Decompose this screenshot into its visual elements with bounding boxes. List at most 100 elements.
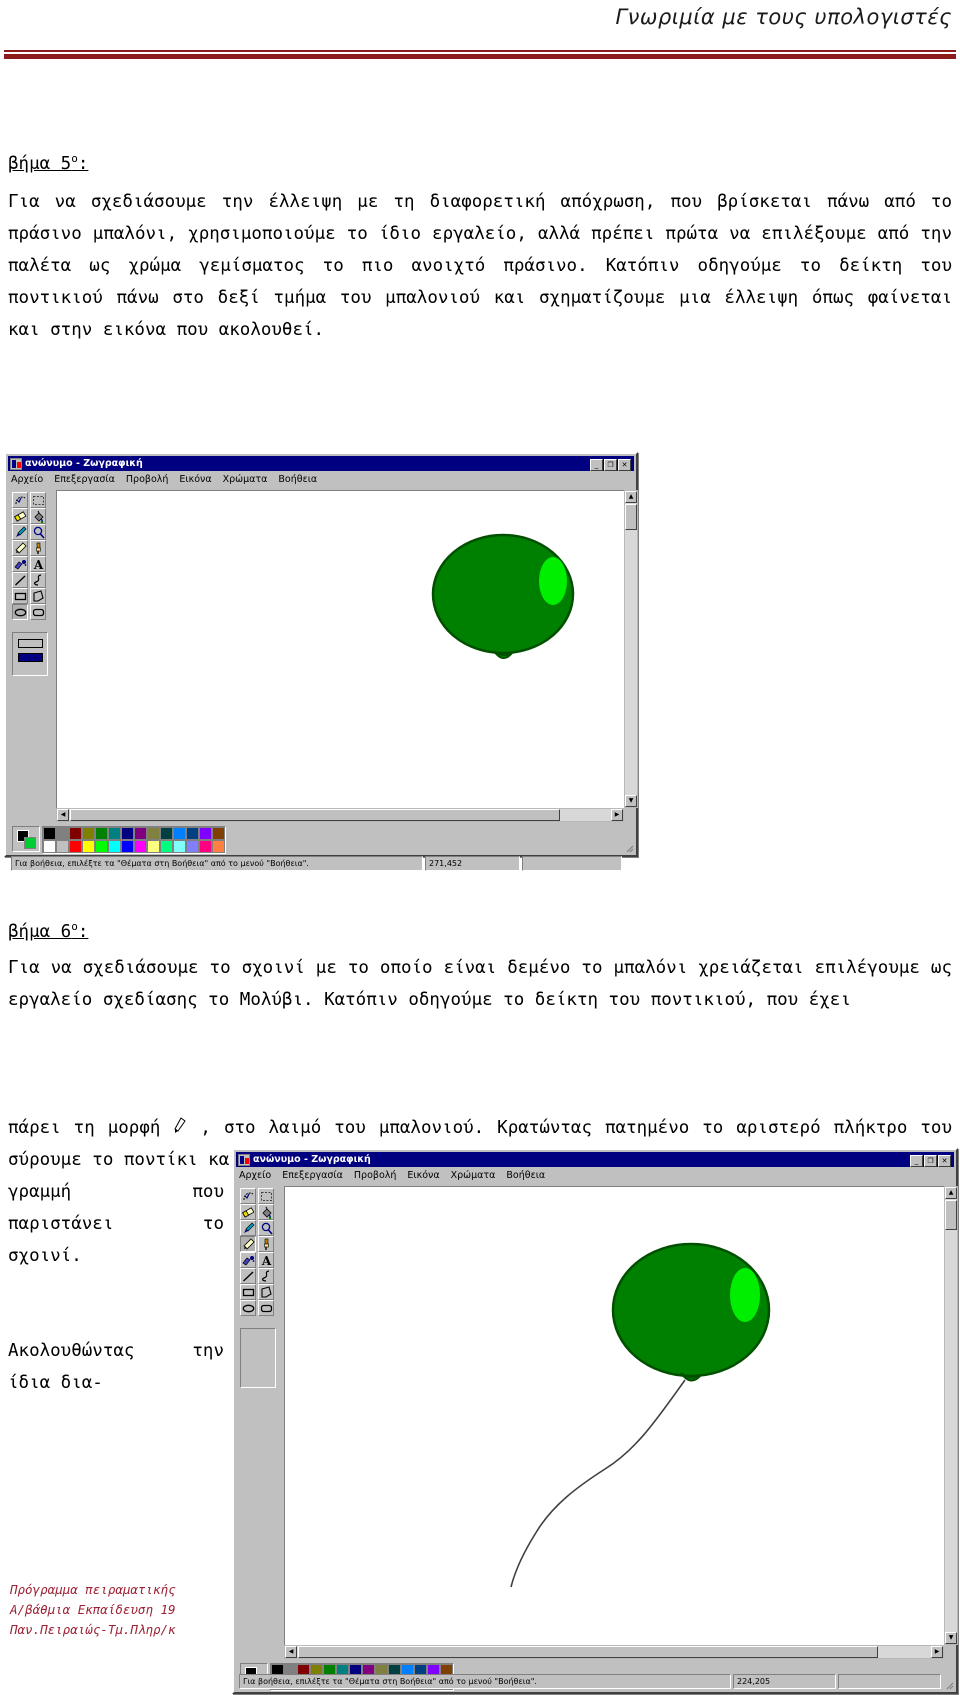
titlebar[interactable]: ανώνυμο - Ζωγραφική _ ❐ ✕ [236, 1152, 954, 1167]
menu-image[interactable]: Εικόνα [179, 474, 211, 485]
palette-swatch[interactable] [43, 827, 56, 840]
menu-view[interactable]: Προβολή [354, 1170, 397, 1181]
magnifier-tool[interactable] [258, 1220, 274, 1236]
menu-view[interactable]: Προβολή [126, 474, 169, 485]
palette-swatch[interactable] [108, 840, 121, 853]
horizontal-scrollbar[interactable]: ◀ ▶ [284, 1645, 944, 1659]
menu-help[interactable]: Βοήθεια [506, 1170, 545, 1181]
scroll-up-button[interactable]: ▲ [625, 491, 637, 503]
palette-swatch[interactable] [82, 840, 95, 853]
resize-grip[interactable] [625, 844, 634, 853]
palette-swatch[interactable] [121, 840, 134, 853]
curve-tool[interactable] [258, 1268, 274, 1284]
scroll-up-button[interactable]: ▲ [945, 1187, 957, 1199]
horizontal-scroll-thumb[interactable] [70, 809, 560, 821]
menu-image[interactable]: Εικόνα [407, 1170, 439, 1181]
menubar[interactable]: Αρχείο Επεξεργασία Προβολή Εικόνα Χρώματ… [237, 1168, 953, 1183]
menu-edit[interactable]: Επεξεργασία [54, 474, 115, 485]
vertical-scroll-thumb[interactable] [945, 1200, 957, 1230]
drawing-canvas[interactable] [284, 1186, 944, 1645]
rectangular-select-tool[interactable] [258, 1188, 274, 1204]
toolbox[interactable]: A [240, 1188, 276, 1316]
palette-swatch[interactable] [186, 840, 199, 853]
palette-swatch[interactable] [160, 827, 173, 840]
line-tool[interactable] [12, 572, 28, 588]
scroll-left-button[interactable]: ◀ [57, 809, 69, 821]
scroll-left-button[interactable]: ◀ [285, 1646, 297, 1658]
palette-swatch[interactable] [147, 827, 160, 840]
polygon-tool[interactable] [30, 588, 46, 604]
ellipse-tool[interactable] [12, 604, 28, 620]
fill-with-color-tool[interactable] [258, 1204, 274, 1220]
palette-swatch[interactable] [134, 827, 147, 840]
palette-swatch[interactable] [121, 827, 134, 840]
palette-swatch[interactable] [199, 827, 212, 840]
paint-window-2[interactable]: ανώνυμο - Ζωγραφική _ ❐ ✕ Αρχείο Επεξεργ… [232, 1148, 958, 1694]
brush-tool[interactable] [258, 1236, 274, 1252]
rounded-rectangle-tool[interactable] [258, 1300, 274, 1316]
menubar[interactable]: Αρχείο Επεξεργασία Προβολή Εικόνα Χρώματ… [9, 472, 633, 487]
maximize-button[interactable]: ❐ [604, 459, 617, 471]
maximize-button[interactable]: ❐ [924, 1155, 937, 1167]
palette-swatch[interactable] [69, 827, 82, 840]
palette-swatch[interactable] [212, 840, 225, 853]
airbrush-tool[interactable] [240, 1252, 256, 1268]
palette-swatch[interactable] [199, 840, 212, 853]
eraser-tool[interactable] [240, 1204, 256, 1220]
close-button[interactable]: ✕ [938, 1155, 951, 1167]
menu-file[interactable]: Αρχείο [11, 474, 43, 485]
menu-colors[interactable]: Χρώματα [451, 1170, 496, 1181]
palette-swatch[interactable] [82, 827, 95, 840]
window-buttons[interactable]: _ ❐ ✕ [910, 1155, 951, 1167]
palette-swatch[interactable] [108, 827, 121, 840]
pencil-tool[interactable] [240, 1236, 256, 1252]
rounded-rectangle-tool[interactable] [30, 604, 46, 620]
fill-with-color-tool[interactable] [30, 508, 46, 524]
curve-tool[interactable] [30, 572, 46, 588]
line-tool[interactable] [240, 1268, 256, 1284]
menu-file[interactable]: Αρχείο [239, 1170, 271, 1181]
vertical-scrollbar[interactable]: ▲ ▼ [944, 1186, 958, 1645]
menu-help[interactable]: Βοήθεια [278, 474, 317, 485]
palette-swatch[interactable] [56, 840, 69, 853]
drawing-canvas[interactable] [56, 490, 624, 808]
palette-swatch[interactable] [147, 840, 160, 853]
horizontal-scrollbar[interactable]: ◀ ▶ [56, 808, 624, 822]
menu-edit[interactable]: Επεξεργασία [282, 1170, 343, 1181]
window-buttons[interactable]: _ ❐ ✕ [590, 459, 631, 471]
titlebar[interactable]: ανώνυμο - Ζωγραφική _ ❐ ✕ [8, 456, 634, 471]
vertical-scroll-thumb[interactable] [625, 504, 637, 530]
tool-options-box[interactable] [240, 1328, 276, 1388]
option-filled-swatch[interactable] [18, 653, 43, 662]
airbrush-tool[interactable] [12, 556, 28, 572]
text-tool[interactable]: A [30, 556, 46, 572]
menu-colors[interactable]: Χρώματα [223, 474, 268, 485]
color-palette[interactable] [12, 826, 226, 854]
scroll-down-button[interactable]: ▼ [945, 1632, 957, 1644]
rectangle-tool[interactable] [12, 588, 28, 604]
close-button[interactable]: ✕ [618, 459, 631, 471]
pick-color-tool[interactable] [12, 524, 28, 540]
free-form-select-tool[interactable] [12, 492, 28, 508]
pencil-tool[interactable] [12, 540, 28, 556]
tool-options-box[interactable] [12, 632, 48, 676]
palette-swatch[interactable] [69, 840, 82, 853]
eraser-tool[interactable] [12, 508, 28, 524]
current-colors-indicator[interactable] [12, 826, 40, 852]
minimize-button[interactable]: _ [910, 1155, 923, 1167]
ellipse-tool[interactable] [240, 1300, 256, 1316]
magnifier-tool[interactable] [30, 524, 46, 540]
horizontal-scroll-thumb[interactable] [298, 1646, 878, 1658]
palette-grid-1[interactable] [42, 826, 226, 854]
vertical-scrollbar[interactable]: ▲ ▼ [624, 490, 638, 808]
palette-swatch[interactable] [160, 840, 173, 853]
minimize-button[interactable]: _ [590, 459, 603, 471]
scroll-right-button[interactable]: ▶ [931, 1646, 943, 1658]
palette-swatch[interactable] [43, 840, 56, 853]
rectangle-tool[interactable] [240, 1284, 256, 1300]
palette-swatch[interactable] [95, 840, 108, 853]
free-form-select-tool[interactable] [240, 1188, 256, 1204]
palette-swatch[interactable] [173, 840, 186, 853]
resize-grip[interactable] [945, 1681, 954, 1690]
palette-swatch[interactable] [134, 840, 147, 853]
